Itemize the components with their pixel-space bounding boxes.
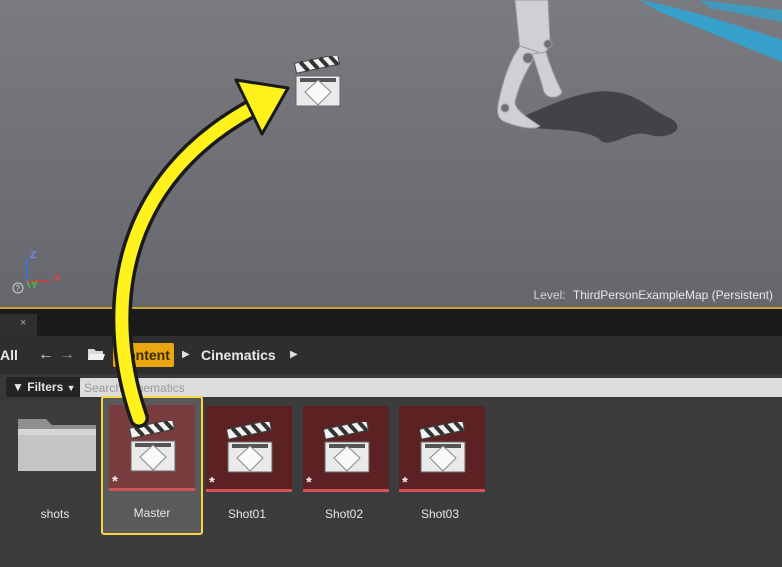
asset-label: Shot03 [420, 507, 460, 521]
asset-grid: shots * Master * Shot01 * Shot02 * Shot0… [4, 396, 782, 567]
clapperboard-icon [419, 422, 466, 473]
forward-arrow-icon[interactable]: → [59, 347, 75, 363]
asset-sequence-shot02[interactable]: * Shot02 [296, 400, 392, 536]
axis-y-label: Y [31, 280, 38, 291]
asset-label: shots [40, 507, 70, 521]
unsaved-asterisk-icon: * [209, 474, 215, 491]
level-viewport[interactable]: ? Z Y X Level: ThirdPersonExampleMap (Pe… [0, 0, 782, 308]
filters-button[interactable]: ▼ Filters ▼ [6, 377, 81, 397]
level-name: ThirdPersonExampleMap (Persistent) [572, 288, 773, 302]
all-button[interactable]: All [0, 336, 18, 374]
asset-label: Shot01 [227, 507, 267, 521]
folder-icon [18, 419, 96, 471]
filters-label: Filters [27, 380, 64, 394]
asset-label: Shot02 [324, 507, 364, 521]
svg-text:?: ? [16, 284, 21, 293]
asset-thumbnail: * [303, 406, 389, 492]
level-readout: Level: ThirdPersonExampleMap (Persistent… [534, 288, 773, 302]
chevron-down-icon: ▼ [66, 383, 76, 393]
asset-sequence-shot01[interactable]: * Shot01 [199, 400, 295, 536]
folder-open-icon[interactable] [88, 348, 105, 361]
asset-type-bar [109, 488, 195, 491]
character-shadow [520, 91, 678, 143]
breadcrumb-separator-icon[interactable]: ▶ [182, 349, 190, 360]
asset-type-bar [303, 489, 389, 492]
content-browser-tabbar: × [0, 309, 782, 336]
clapperboard-icon [226, 422, 273, 473]
asset-type-bar [206, 489, 292, 492]
filter-funnel-icon: ▼ [12, 380, 24, 394]
viewport-scene: ? [12, 0, 782, 294]
axis-z-label: Z [30, 250, 37, 261]
content-browser-tab[interactable]: × [0, 314, 37, 336]
content-browser-toolbar: All ← → Content ▶ Cinematics ▶ [0, 336, 782, 374]
close-icon[interactable]: × [20, 317, 26, 329]
asset-thumbnail: * [206, 406, 292, 492]
search-input[interactable] [80, 378, 782, 397]
unsaved-asterisk-icon: * [112, 473, 118, 490]
clapperboard-icon [323, 422, 370, 473]
clapperboard-icon[interactable] [294, 56, 344, 108]
asset-folder-shots[interactable]: shots [7, 400, 103, 536]
asset-type-bar [399, 489, 485, 492]
unsaved-asterisk-icon: * [402, 474, 408, 491]
breadcrumb-cinematics[interactable]: Cinematics [201, 336, 276, 374]
axis-x-label: X [54, 273, 61, 284]
asset-sequence-shot03[interactable]: * Shot03 [392, 400, 488, 536]
breadcrumb-content[interactable]: Content [113, 343, 174, 367]
asset-label: Master [133, 506, 171, 520]
level-label: Level: [533, 288, 566, 302]
breadcrumb-separator-icon[interactable]: ▶ [290, 349, 298, 360]
clapperboard-icon [129, 421, 176, 472]
back-arrow-icon[interactable]: ← [38, 347, 54, 363]
asset-thumbnail: * [399, 406, 485, 492]
unsaved-asterisk-icon: * [306, 474, 312, 491]
asset-sequence-master[interactable]: * Master [101, 396, 203, 535]
asset-thumbnail: * [109, 405, 195, 491]
